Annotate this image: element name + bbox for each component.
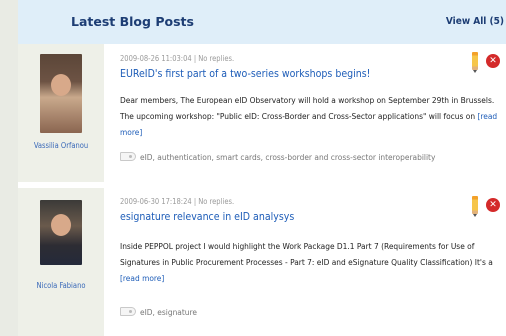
- author-name-link[interactable]: Nicola Fabiano: [18, 280, 104, 291]
- post-actions: ✕: [462, 52, 502, 73]
- post-tags-text[interactable]: eID, esignature: [140, 307, 197, 317]
- tag-icon: [120, 152, 136, 161]
- post-tags: eID, authentication, smart cards, cross-…: [120, 152, 435, 162]
- post-actions: ✕: [462, 196, 502, 217]
- post-meta: 2009-08-26 11:03:04 | No replies.: [120, 54, 234, 63]
- author-avatar[interactable]: [40, 54, 82, 133]
- post-excerpt-text: Inside PEPPOL project I would highlight …: [120, 241, 493, 267]
- post-tags-text[interactable]: eID, authentication, smart cards, cross-…: [140, 152, 435, 162]
- left-rail: [0, 0, 18, 336]
- post-timestamp: 2009-08-26 11:03:04: [120, 54, 192, 63]
- author-column: Vassilia Orfanou: [18, 44, 104, 182]
- post-replies: | No replies.: [193, 54, 235, 63]
- section-title: Latest Blog Posts: [71, 14, 194, 29]
- post-title-link[interactable]: esignature relevance in eID analysys: [120, 211, 294, 223]
- blog-post: Vassilia Orfanou 2009-08-26 11:03:04 | N…: [18, 44, 506, 182]
- author-avatar[interactable]: [40, 200, 82, 265]
- post-meta: 2009-06-30 17:18:24 | No replies.: [120, 197, 234, 206]
- post-excerpt: Inside PEPPOL project I would highlight …: [120, 238, 504, 286]
- pencil-icon[interactable]: [472, 196, 478, 217]
- post-replies: | No replies.: [193, 197, 235, 206]
- delete-icon[interactable]: ✕: [486, 54, 500, 68]
- blog-post: Nicola Fabiano 2009-06-30 17:18:24 | No …: [18, 188, 506, 336]
- blog-posts-header: Latest Blog Posts View All (5): [18, 0, 506, 44]
- post-tags: eID, esignature: [120, 307, 197, 317]
- post-excerpt-text: Dear members, The European eID Observato…: [120, 95, 495, 121]
- post-title-link[interactable]: EUReID's first part of a two-series work…: [120, 68, 370, 80]
- pencil-icon[interactable]: [472, 52, 478, 73]
- author-column: Nicola Fabiano: [18, 188, 104, 336]
- tag-icon: [120, 307, 136, 316]
- post-timestamp: 2009-06-30 17:18:24: [120, 197, 192, 206]
- delete-icon[interactable]: ✕: [486, 198, 500, 212]
- post-excerpt: Dear members, The European eID Observato…: [120, 92, 504, 140]
- author-name-link[interactable]: Vassilia Orfanou: [18, 140, 104, 151]
- view-all-link[interactable]: View All (5): [446, 16, 504, 27]
- read-more-link[interactable]: [read more]: [120, 273, 164, 283]
